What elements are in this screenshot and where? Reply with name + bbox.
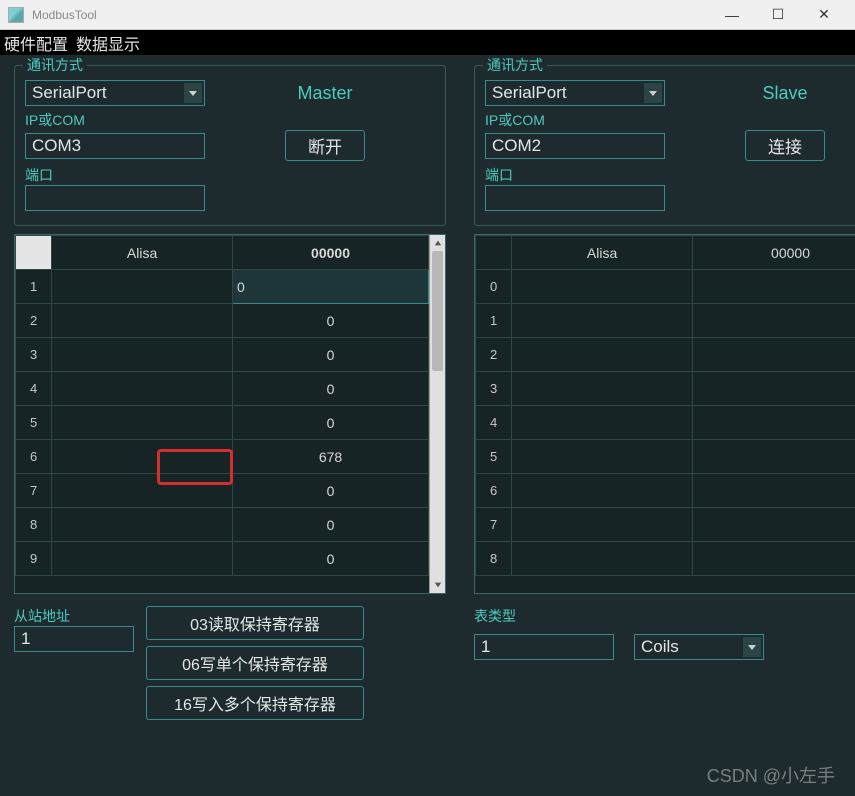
right-table: Alisa 00000 0 1 2 3 4 5 6 7 8 [474,234,855,594]
menu-display[interactable]: 数据显示 [72,31,144,55]
write-single-button[interactable]: 06写单个保持寄存器 [146,646,364,680]
port-label: 端口 [25,165,435,185]
table-row: 80 [16,508,429,542]
menu-hardware[interactable]: 硬件配置 [0,31,72,55]
table-row: 6678 [16,440,429,474]
chevron-down-icon [184,83,202,103]
right-comm-group: 通讯方式 SerialPort Slave IP或COM COM2 [474,65,855,226]
table-row: 4 [476,406,855,440]
group-title: 通讯方式 [483,55,547,75]
scroll-up-icon[interactable] [430,235,445,251]
col-alisa[interactable]: Alisa [52,236,233,270]
app-icon [8,7,24,23]
left-panel: 通讯方式 SerialPort Master IP或COM COM3 [0,55,460,796]
table-row: 40 [16,372,429,406]
table-row: 6 [476,474,855,508]
table-row: 2 [476,338,855,372]
table-row: 3 [476,372,855,406]
table-row: 70 [16,474,429,508]
col-00000[interactable]: 00000 [693,236,855,270]
protocol-value: SerialPort [492,83,567,103]
chevron-down-icon [644,83,662,103]
disconnect-button[interactable]: 断开 [285,130,365,161]
read-holding-button[interactable]: 03读取保持寄存器 [146,606,364,640]
table-row: 7 [476,508,855,542]
chevron-down-icon [743,637,761,657]
table-row: 50 [16,406,429,440]
watermark: CSDN @小左手 [707,762,835,788]
protocol-select[interactable]: SerialPort [25,80,205,106]
ip-label: IP或COM [25,110,435,130]
window-title: ModbusTool [32,8,97,22]
table-row: 5 [476,440,855,474]
scroll-thumb[interactable] [432,251,443,371]
type-select-value: Coils [641,637,679,657]
mode-label: Slave [762,83,807,104]
port-input[interactable] [25,185,205,211]
table-row: 30 [16,338,429,372]
table-row: 20 [16,304,429,338]
port-input[interactable] [485,185,665,211]
ip-input[interactable]: COM3 [25,133,205,159]
ip-input[interactable]: COM2 [485,133,665,159]
type-input[interactable]: 1 [474,634,614,660]
table-corner [476,236,512,270]
left-table: Alisa 00000 10 20 30 40 50 6678 70 80 90 [14,234,446,594]
table-row: 1 [476,304,855,338]
ip-label: IP或COM [485,110,855,130]
connect-button[interactable]: 连接 [745,130,825,161]
left-comm-group: 通讯方式 SerialPort Master IP或COM COM3 [14,65,446,226]
table-corner [16,236,52,270]
table-row: 10 [16,270,429,304]
minimize-button[interactable]: — [709,0,755,30]
mode-label: Master [297,83,352,104]
maximize-button[interactable]: ☐ [755,0,801,30]
type-select[interactable]: Coils [634,634,764,660]
table-type-label: 表类型 [474,606,855,626]
col-00000[interactable]: 00000 [233,236,429,270]
port-label: 端口 [485,165,855,185]
table-row: 90 [16,542,429,576]
menubar: 硬件配置 数据显示 [0,30,855,55]
protocol-select[interactable]: SerialPort [485,80,665,106]
group-title: 通讯方式 [23,55,87,75]
col-alisa[interactable]: Alisa [512,236,693,270]
slave-addr-input[interactable]: 1 [14,626,134,652]
scroll-track[interactable] [430,251,445,577]
protocol-value: SerialPort [32,83,107,103]
table-row: 0 [476,270,855,304]
close-button[interactable]: ✕ [801,0,847,30]
right-panel: 通讯方式 SerialPort Slave IP或COM COM2 [460,55,855,796]
scrollbar[interactable] [429,235,445,593]
scroll-down-icon[interactable] [430,577,445,593]
table-row: 8 [476,542,855,576]
slave-addr-label: 从站地址 [14,606,134,626]
window-titlebar: ModbusTool — ☐ ✕ [0,0,855,30]
write-multiple-button[interactable]: 16写入多个保持寄存器 [146,686,364,720]
